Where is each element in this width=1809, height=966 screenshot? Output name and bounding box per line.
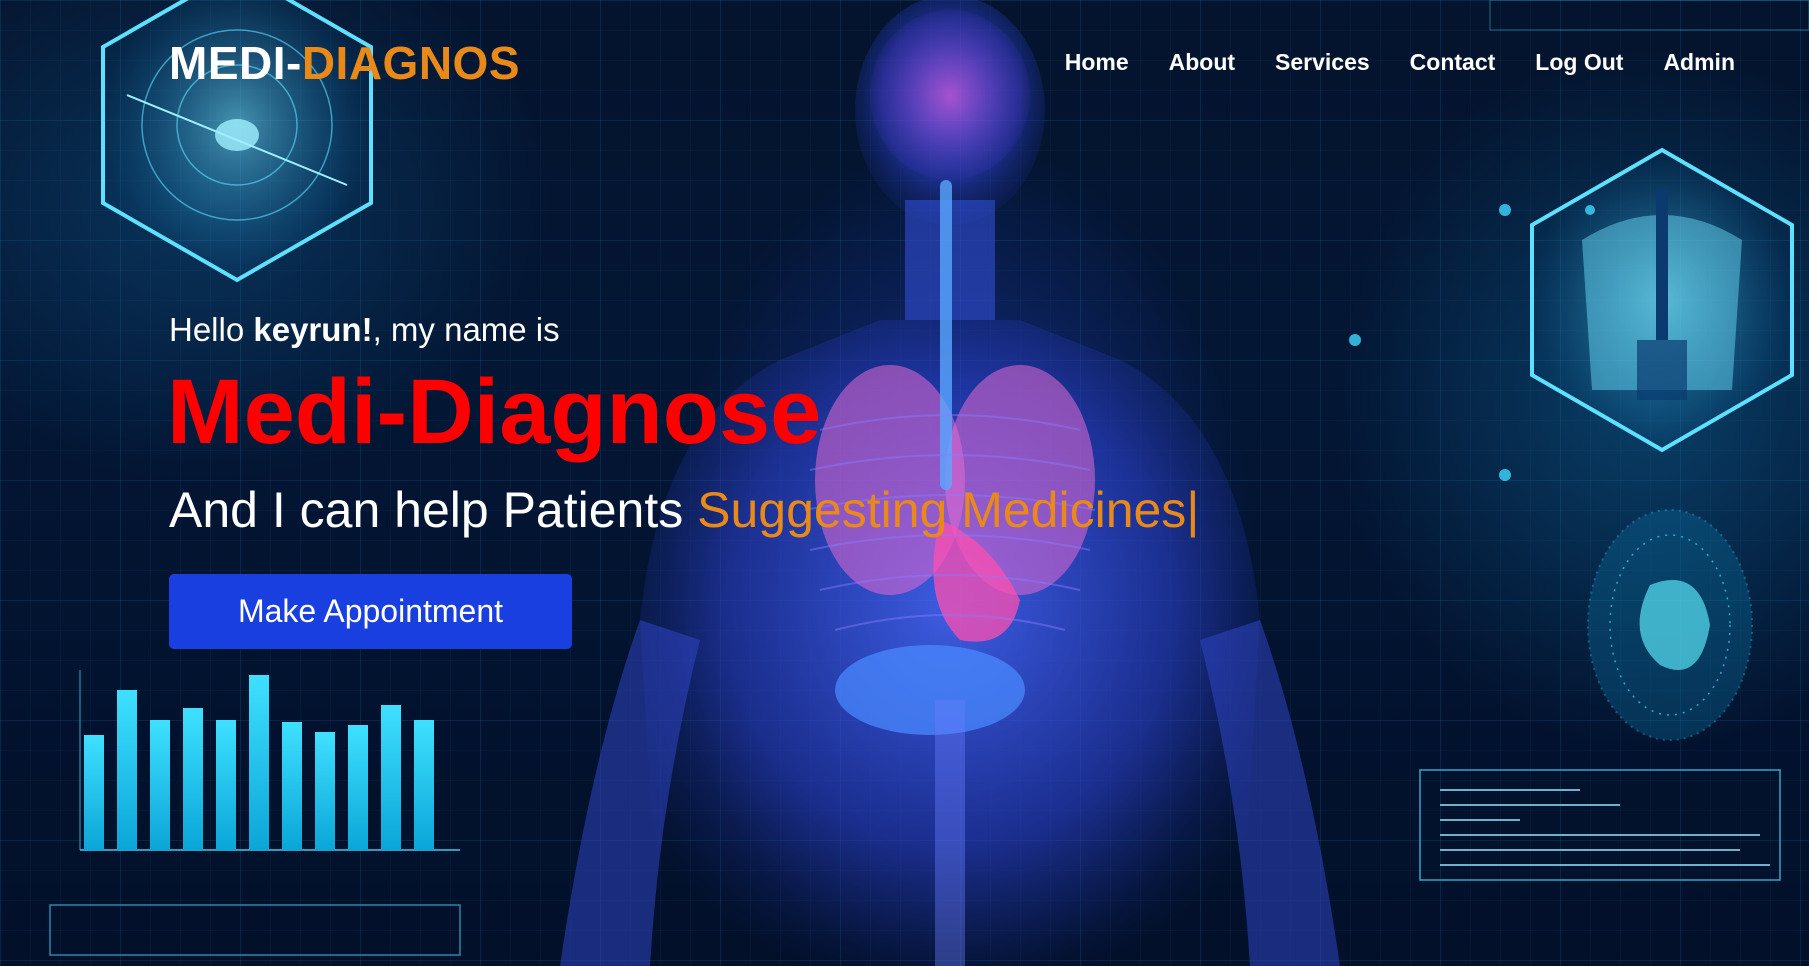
greeting-suffix: , my name is: [372, 311, 560, 348]
hero-tagline: And I can help Patients Suggesting Medic…: [169, 482, 1199, 538]
greeting-prefix: Hello: [169, 311, 254, 348]
heart-sphere-graphic: [1587, 509, 1753, 741]
brand-logo-part1: MEDI-: [169, 37, 302, 89]
nav-link-logout[interactable]: Log Out: [1535, 49, 1623, 76]
brand-logo[interactable]: MEDI-DIAGNOS: [169, 38, 520, 88]
tagline-prefix: And I can help Patients: [169, 482, 698, 538]
main-nav: Home About Services Contact Log Out Admi…: [1065, 49, 1735, 76]
nav-link-admin[interactable]: Admin: [1663, 49, 1735, 76]
make-appointment-button[interactable]: Make Appointment: [169, 574, 572, 649]
brand-logo-part2: DIAGNOS: [301, 37, 521, 89]
code-panel-graphic: [1419, 0, 1809, 881]
hero-title: Medi-Diagnose: [167, 361, 822, 463]
nav-link-home[interactable]: Home: [1065, 49, 1129, 76]
torso-hexagon-graphic: [1530, 147, 1794, 453]
nav-link-services[interactable]: Services: [1275, 49, 1370, 76]
greeting-username: keyrun!: [253, 311, 373, 348]
decorative-bar-chart: [79, 670, 460, 851]
bottom-panel-graphic: [49, 904, 461, 956]
nav-link-contact[interactable]: Contact: [1410, 49, 1496, 76]
nav-link-about[interactable]: About: [1169, 49, 1235, 76]
tagline-highlight: Suggesting Medicines: [697, 482, 1187, 538]
hero-greeting: Hello keyrun!, my name is: [169, 311, 560, 349]
typing-cursor: |: [1186, 482, 1200, 538]
hero-section: MEDI-DIAGNOS Home About Services Contact…: [0, 0, 1809, 966]
